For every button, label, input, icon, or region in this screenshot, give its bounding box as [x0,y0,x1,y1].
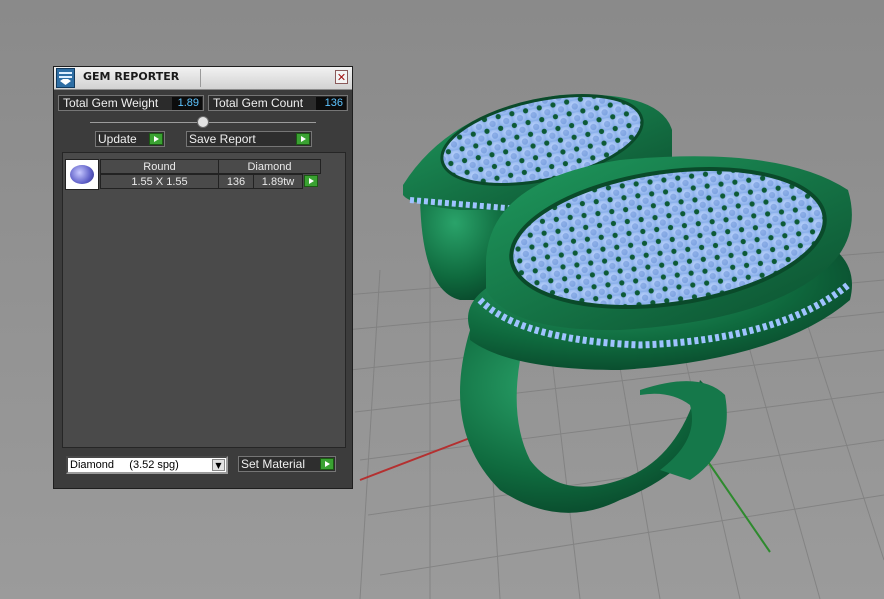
gem-size: 1.55 X 1.55 [100,174,219,189]
gem-row-arrow-icon[interactable] [304,175,318,187]
total-gem-weight-value: 1.89 [172,97,202,110]
gem-reporter-panel: GEM REPORTER ✕ Total Gem Weight 1.89 Tot… [53,66,353,489]
close-button[interactable]: ✕ [335,70,348,84]
gem-list: Round Diamond 1.55 X 1.55 136 1.89tw [62,152,346,448]
round-gem-icon [65,159,99,190]
set-material-label: Set Material [241,457,306,471]
set-material-button[interactable]: Set Material [238,456,336,472]
material-select-value: Diamond (3.52 spg) [70,459,179,471]
save-report-button[interactable]: Save Report [186,131,312,147]
total-gem-weight-label: Total Gem Weight [63,96,159,110]
title-divider [200,69,201,87]
gem-shape: Round [100,159,219,174]
material-bar: Diamond (3.52 spg) ▼ Set Material [62,452,346,484]
update-arrow-icon[interactable] [149,133,163,145]
save-report-arrow-icon[interactable] [296,133,310,145]
gem-total-weight: 1.89tw [253,174,303,189]
gem-material: Diamond [218,159,321,174]
slider-handle[interactable] [197,116,209,128]
dropdown-arrow-icon[interactable]: ▼ [212,459,225,471]
title-bar[interactable]: GEM REPORTER ✕ [54,67,352,90]
update-button[interactable]: Update [95,131,165,147]
total-gem-count-value: 136 [316,97,346,110]
total-gem-count-field: Total Gem Count 136 [208,95,348,111]
gem-reporter-icon [56,68,75,88]
save-report-label: Save Report [189,132,256,146]
total-gem-weight-field: Total Gem Weight 1.89 [58,95,204,111]
material-select[interactable]: Diamond (3.52 spg) ▼ [66,456,228,474]
update-label: Update [98,132,137,146]
panel-title: GEM REPORTER [83,70,180,83]
total-gem-count-label: Total Gem Count [213,96,304,110]
set-material-arrow-icon[interactable] [320,458,334,470]
gem-count: 136 [218,174,254,189]
